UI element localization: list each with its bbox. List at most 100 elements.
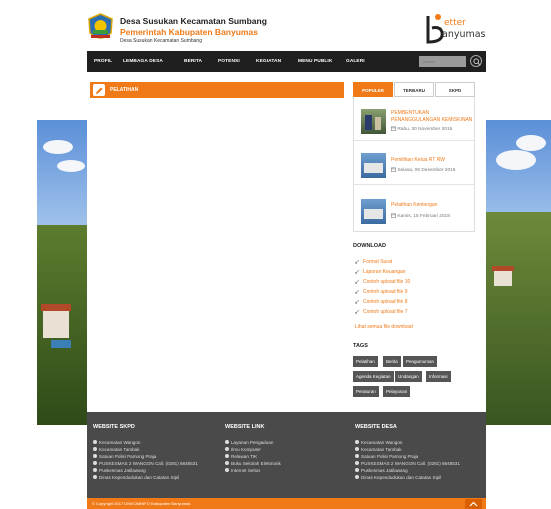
bullet-icon: [355, 475, 359, 479]
nav-item-potensi[interactable]: Potensi: [218, 51, 240, 72]
tag-pelayanan[interactable]: Pelayanan: [383, 386, 411, 397]
footer-link[interactable]: Kecamatan Tambak: [93, 446, 198, 453]
post-title[interactable]: Pelatihan Kentongan: [391, 202, 473, 209]
download-item[interactable]: Contoh upload file 10: [355, 279, 410, 285]
footer-link[interactable]: Puskesmas Jatilawang: [93, 467, 198, 474]
footer-link[interactable]: Satuan Polisi Pamong Praja: [355, 453, 460, 460]
brand-line-1: etter: [444, 18, 466, 28]
footer-link[interactable]: Puskesmas Jatilawang: [355, 467, 460, 474]
paperclip-icon: [355, 289, 360, 294]
regency-emblem-icon[interactable]: [87, 13, 114, 43]
footer-link[interactable]: Dinas Kependudukan dan Catatan Sipil: [93, 474, 198, 481]
bullet-icon: [355, 461, 359, 465]
nav-item-profil[interactable]: Profil: [94, 51, 112, 72]
site-subtitle: Pemerintah Kabupaten Banyumas: [120, 27, 258, 37]
edit-icon: [93, 84, 105, 96]
bullet-icon: [225, 454, 229, 458]
footer-link[interactable]: Relawan TIK: [225, 453, 281, 460]
footer-link[interactable]: PUSKESMAS 2 WANGON Call. (0281) 6848531: [93, 460, 198, 467]
calendar-icon: [391, 126, 397, 132]
post-date: Selasa, 06 Desember 2016: [391, 167, 455, 173]
tag-pelatihan[interactable]: Pelatihan: [353, 356, 378, 367]
footer-link[interactable]: Layanan Pengaduan: [225, 439, 281, 446]
paperclip-icon: [355, 299, 360, 304]
paperclip-icon: [355, 269, 360, 274]
tags-heading: Tags: [353, 343, 368, 349]
download-item[interactable]: Contoh upload file 7: [355, 309, 407, 315]
tab-populer[interactable]: Populer: [353, 82, 393, 97]
better-banyumas-logo[interactable]: etter anyumas: [424, 12, 486, 46]
post-tabs: Populer Terbaru SKPD: [353, 82, 475, 97]
tab-skpd[interactable]: SKPD: [435, 82, 475, 97]
site-footer: Website SKPD Kecamatan Wangon Kecamatan …: [87, 412, 486, 498]
tag-pengumuman[interactable]: Pengumuman: [403, 356, 438, 367]
footer-link[interactable]: Internet Sehat: [225, 467, 281, 474]
main-content: Pelatihan: [87, 82, 344, 412]
download-item[interactable]: Laporan Keuangan: [355, 269, 406, 275]
back-to-top-button[interactable]: [465, 499, 482, 509]
post-thumbnail[interactable]: [361, 199, 386, 224]
bullet-icon: [225, 468, 229, 472]
nav-item-berita[interactable]: Berita: [184, 51, 202, 72]
bullet-icon: [93, 468, 97, 472]
bullet-icon: [225, 440, 229, 444]
nav-item-kegiatan[interactable]: Kegiatan: [256, 51, 281, 72]
paperclip-icon: [355, 309, 360, 314]
download-item[interactable]: Contoh upload file 8: [355, 299, 407, 305]
background-scenery-left: [37, 120, 87, 425]
search-icon: [473, 58, 481, 66]
nav-item-menu-publik[interactable]: Menu Publik: [298, 51, 332, 72]
bullet-icon: [225, 447, 229, 451]
calendar-icon: [391, 167, 397, 173]
background-scenery-right: [486, 120, 551, 425]
post-thumbnail[interactable]: [361, 153, 386, 178]
footer-link[interactable]: Ilmu Komputer: [225, 446, 281, 453]
post-title[interactable]: PEMBENTUKAN PENANGGULANGAN KEMISKINAN: [391, 110, 473, 123]
bullet-icon: [93, 461, 97, 465]
post-thumbnail[interactable]: [361, 109, 386, 134]
tag-berita[interactable]: Berita: [383, 356, 401, 367]
popular-posts-panel: PEMBENTUKAN PENANGGULANGAN KEMISKINAN Ra…: [353, 97, 475, 232]
footer-col-link: Website Link Layanan Pengaduan Ilmu Komp…: [225, 424, 281, 474]
post-title[interactable]: Pemilihan Ketua RT RW: [391, 157, 473, 164]
footer-heading: Website Link: [225, 424, 265, 430]
nav-item-galeri[interactable]: Galeri: [346, 51, 365, 72]
list-item[interactable]: Pelatihan Kentongan Kamis, 15 Februari 2…: [354, 185, 474, 231]
nav-item-lembaga-desa[interactable]: Lembaga Desa: [123, 51, 163, 72]
download-item[interactable]: Format Surat: [355, 259, 392, 265]
list-item[interactable]: PEMBENTUKAN PENANGGULANGAN KEMISKINAN Ra…: [354, 97, 474, 141]
bullet-icon: [355, 440, 359, 444]
footer-link[interactable]: Kecamatan Tambak: [355, 446, 460, 453]
tag-peraturan[interactable]: Peraturan: [353, 386, 379, 397]
footer-link[interactable]: Buku Sekolah Elektronik: [225, 460, 281, 467]
tag-informasi[interactable]: Informasi: [426, 371, 451, 382]
bullet-icon: [93, 447, 97, 451]
post-category-label[interactable]: Pelatihan: [110, 82, 138, 98]
bullet-icon: [93, 475, 97, 479]
footer-link[interactable]: Satuan Polisi Pamong Praja: [93, 453, 198, 460]
download-item[interactable]: Contoh upload file 9: [355, 289, 407, 295]
all-downloads-link[interactable]: Lihat semua file download: [355, 324, 413, 330]
footer-link[interactable]: Kecamatan Wangon: [355, 439, 460, 446]
paperclip-icon: [355, 259, 360, 264]
site-tagline: Desa Susukan Kecamatan Sumbang: [120, 38, 202, 44]
site-header: Desa Susukan Kecamatan Sumbang Pemerinta…: [87, 10, 486, 52]
bullet-icon: [355, 468, 359, 472]
footer-link[interactable]: Dinas Kependudukan dan Catatan Sipil: [355, 474, 460, 481]
tag-undangan[interactable]: Undangan: [395, 371, 422, 382]
tab-terbaru[interactable]: Terbaru: [394, 82, 434, 97]
footer-col-skpd: Website SKPD Kecamatan Wangon Kecamatan …: [93, 424, 198, 481]
download-heading: Download: [353, 243, 386, 249]
footer-col-desa: Website Desa Kecamatan Wangon Kecamatan …: [355, 424, 460, 481]
footer-link[interactable]: Kecamatan Wangon: [93, 439, 198, 446]
copyright-bar: © Copyright 2017 DINKOMINFO Kabupaten Ba…: [87, 498, 486, 509]
site-title[interactable]: Desa Susukan Kecamatan Sumbang: [120, 16, 267, 26]
search-input[interactable]: [419, 56, 466, 67]
post-header-bar: Pelatihan: [90, 82, 344, 98]
search-button[interactable]: [470, 55, 482, 67]
footer-heading: Website Desa: [355, 424, 397, 430]
list-item[interactable]: Pemilihan Ketua RT RW Selasa, 06 Desembe…: [354, 141, 474, 185]
footer-heading: Website SKPD: [93, 424, 135, 430]
tag-agenda-kegiatan[interactable]: Agenda Kegiatan: [353, 371, 394, 382]
footer-link[interactable]: PUSKESMAS 2 WANGON Call. (0281) 6848531: [355, 460, 460, 467]
